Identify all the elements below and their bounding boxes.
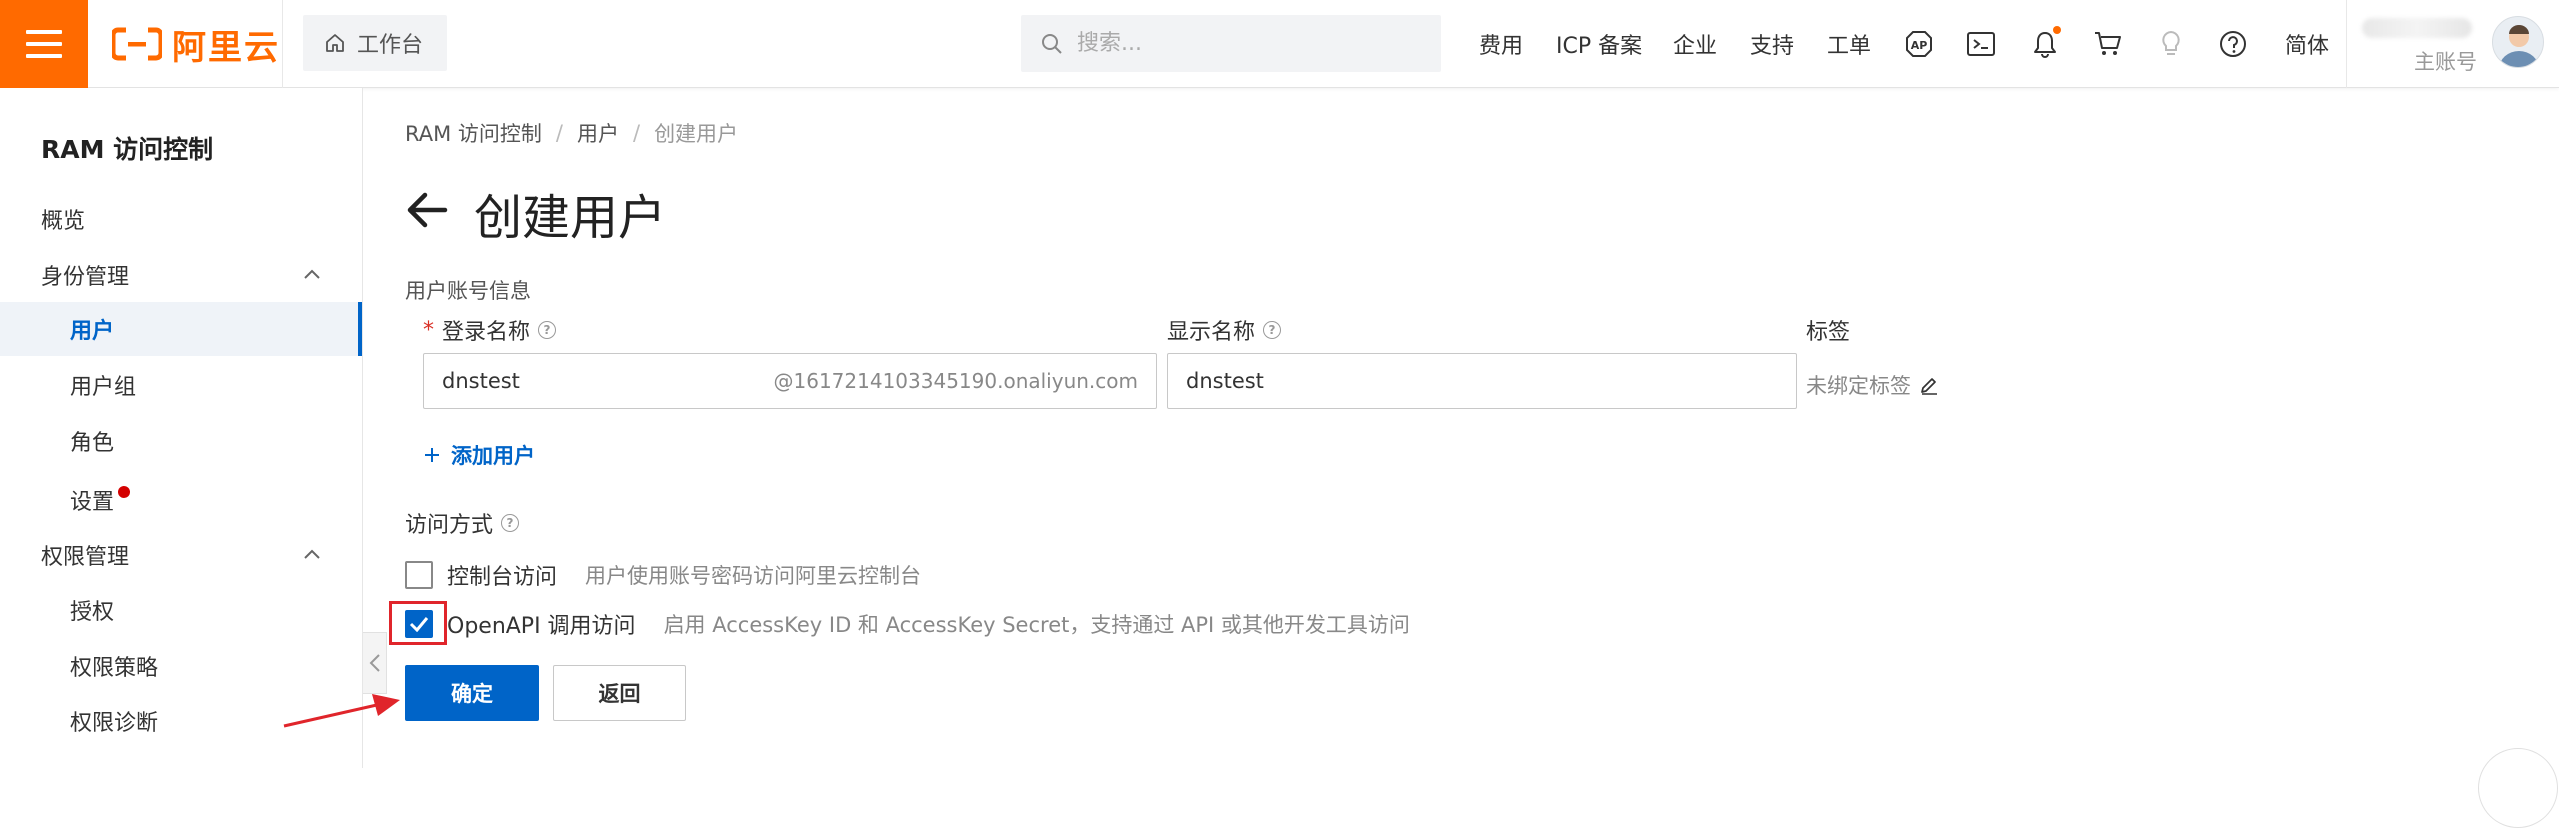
display-name-field[interactable] [1167,353,1797,409]
add-user-label: 添加用户 [451,444,535,468]
sidebar-item-users[interactable]: 用户 [0,302,362,356]
chevron-up-icon [304,549,320,559]
tags-label: 标签 [1806,320,1851,345]
divider [2346,0,2347,88]
console-access-option[interactable]: 控制台访问 用户使用账号密码访问阿里云控制台 [405,559,921,591]
tags-edit[interactable]: 未绑定标签 [1806,370,1939,400]
bell-icon[interactable] [2027,26,2063,62]
sidebar-item-roles[interactable]: 角色 [0,414,362,468]
sidebar-group-permissions[interactable]: 权限管理 [0,528,362,582]
workbench-button[interactable]: 工作台 [303,15,447,71]
home-icon [326,34,344,52]
terminal-icon[interactable] [1963,26,1999,62]
sidebar-group-identity[interactable]: 身份管理 [0,248,362,302]
sidebar-item-overview[interactable]: 概览 [0,192,362,246]
divider [282,0,283,88]
account-label[interactable]: 主账号 [2414,46,2477,76]
sidebar-collapse-toggle[interactable] [363,632,387,694]
console-access-label: 控制台访问 [447,565,558,590]
display-name-label: 显示名称 ? [1167,314,1282,346]
help-icon[interactable] [2215,26,2251,62]
annotation-arrow-icon [283,694,400,728]
sidebar-item-label: 权限管理 [41,545,130,570]
plus-icon [425,448,439,462]
sidebar-item-label: 权限诊断 [70,711,159,736]
search-bar[interactable] [1021,15,1441,72]
help-circle-icon[interactable]: ? [538,321,557,339]
logo-text: 阿里云 [172,27,280,68]
cart-icon[interactable] [2090,26,2126,62]
sidebar-item-policies[interactable]: 权限策略 [0,639,362,693]
sidebar-item-grants[interactable]: 授权 [0,583,362,637]
account-name-blurred [2362,18,2472,38]
sidebar-item-label: 设置 [70,490,115,515]
lightbulb-icon[interactable] [2153,26,2189,62]
display-name-input[interactable] [1186,369,1766,393]
tags-value: 未绑定标签 [1806,374,1911,398]
openapi-access-option[interactable]: OpenAPI 调用访问 启用 AccessKey ID 和 AccessKey… [405,608,1410,640]
avatar[interactable] [2492,16,2544,68]
console-access-checkbox[interactable] [405,561,433,589]
menu-icon[interactable] [0,0,88,88]
sidebar-item-label: 授权 [70,600,115,625]
sidebar-item-label: 用户 [70,319,115,344]
access-method-label-text: 访问方式 [405,513,494,538]
breadcrumb-separator: / [555,121,563,145]
openapi-access-desc: 启用 AccessKey ID 和 AccessKey Secret，支持通过 … [663,613,1410,637]
top-navigation-bar: 阿里云 工作台 费用 ICP 备案 企业 支持 工单 AP 简体 主账号 [0,0,2559,88]
workbench-label: 工作台 [357,33,424,58]
language-switch[interactable]: 简体 [2285,0,2329,88]
confirm-button[interactable]: 确定 [405,665,539,721]
help-circle-icon[interactable]: ? [1263,321,1282,339]
account-info-section-label: 用户账号信息 [405,279,531,303]
access-method-label: 访问方式 ? [405,507,520,539]
aliyun-logo-mark-icon [112,27,162,61]
sidebar-item-label: 身份管理 [41,265,130,290]
help-circle-icon[interactable]: ? [501,514,520,532]
chevron-up-icon [304,269,320,279]
login-name-field[interactable]: @1617214103345190.onaliyun.com [423,353,1157,409]
annotation-highlight-box [389,601,447,645]
nav-support[interactable]: 支持 [1750,0,1794,88]
svg-text:AP: AP [1911,39,1928,52]
nav-enterprise[interactable]: 企业 [1673,0,1717,88]
red-dot-badge [118,486,131,498]
breadcrumb-current: 创建用户 [654,122,739,146]
search-input[interactable] [1077,31,1417,56]
search-icon [1042,33,1062,54]
sidebar: RAM 访问控制 概览 身份管理 用户 用户组 角色 设置 权限管理 授权 权限… [0,88,363,768]
sidebar-item-label: 概览 [41,209,86,234]
page-title: 创建用户 [474,190,667,246]
breadcrumb-separator: / [632,121,641,145]
required-asterisk: * [423,317,434,343]
edit-pencil-icon[interactable] [1919,375,1939,395]
breadcrumb-users[interactable]: 用户 [577,118,619,148]
sidebar-item-label: 用户组 [70,375,137,400]
login-name-input[interactable] [442,369,742,393]
notification-dot [2053,26,2061,34]
login-name-label: * 登录名称 ? [423,314,557,346]
sidebar-item-settings[interactable]: 设置 [0,473,362,527]
breadcrumb-ram[interactable]: RAM 访问控制 [405,118,542,148]
sidebar-item-label: 权限策略 [70,656,159,681]
sidebar-title: RAM 访问控制 [41,135,214,164]
login-name-label-text: 登录名称 [442,320,531,345]
console-access-desc: 用户使用账号密码访问阿里云控制台 [585,564,922,588]
nav-ticket[interactable]: 工单 [1827,0,1871,88]
sidebar-item-user-groups[interactable]: 用户组 [0,358,362,412]
breadcrumb: RAM 访问控制 / 用户 / 创建用户 [405,118,738,148]
sidebar-item-label: 角色 [70,431,115,456]
openapi-access-label: OpenAPI 调用访问 [447,614,636,639]
back-button[interactable]: 返回 [553,665,686,721]
floating-assistant-button[interactable] [2478,748,2558,828]
display-name-label-text: 显示名称 [1167,320,1256,345]
add-user-button[interactable]: 添加用户 [423,440,535,470]
app-icon[interactable]: AP [1901,26,1937,62]
login-name-domain-suffix: @1617214103345190.onaliyun.com [773,369,1139,393]
back-arrow-icon[interactable] [403,186,451,234]
nav-fees[interactable]: 费用 [1479,0,1523,88]
aliyun-logo[interactable]: 阿里云 [112,22,280,68]
nav-icp[interactable]: ICP 备案 [1556,0,1642,88]
chevron-left-icon [369,654,380,672]
